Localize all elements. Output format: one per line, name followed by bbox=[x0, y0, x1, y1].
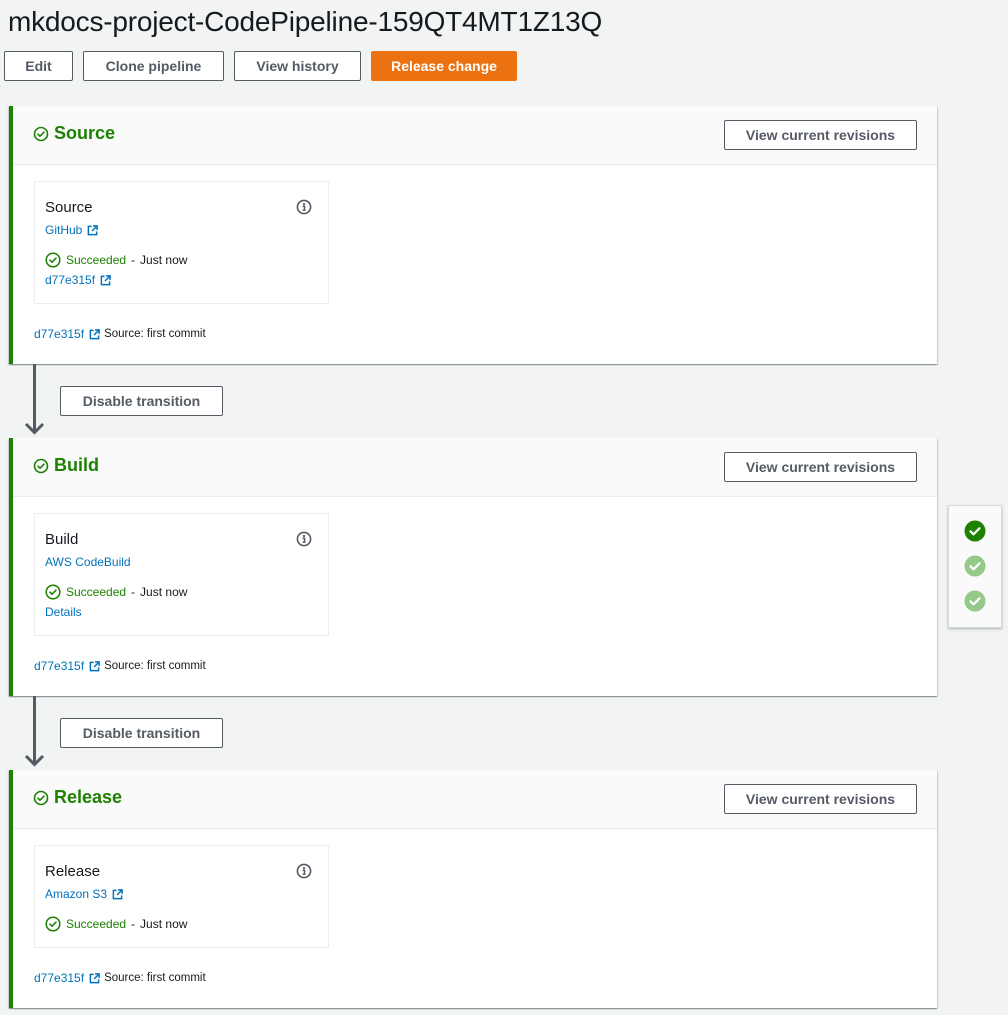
action-name: Build bbox=[45, 531, 79, 548]
status-label: Succeeded bbox=[66, 253, 127, 267]
external-link-icon bbox=[112, 888, 123, 899]
edit-button[interactable]: Edit bbox=[4, 51, 73, 81]
revision-link[interactable]: d77e315f bbox=[34, 326, 84, 342]
stage-title: Build bbox=[33, 455, 99, 476]
info-icon[interactable] bbox=[296, 531, 312, 552]
check-circle-icon bbox=[45, 252, 61, 268]
status-time: Just now bbox=[140, 585, 188, 599]
external-link-icon bbox=[89, 660, 100, 671]
details-link[interactable]: Details bbox=[45, 604, 82, 620]
action-card: Build AWS CodeBuild Succeeded - Just now… bbox=[34, 513, 329, 636]
status-separator: - bbox=[131, 253, 136, 267]
action-name: Source bbox=[45, 199, 93, 216]
status-separator: - bbox=[131, 585, 136, 599]
stage-title: Release bbox=[33, 787, 122, 808]
status-label: Succeeded bbox=[66, 917, 127, 931]
stage-source: Source View current revisions Source Git… bbox=[9, 106, 937, 364]
action-name: Release bbox=[45, 863, 101, 880]
stage-navigator bbox=[948, 505, 1002, 628]
external-link-icon bbox=[88, 224, 99, 235]
pipeline-title: mkdocs-project-CodePipeline-159QT4MT1Z13… bbox=[8, 6, 603, 37]
stage-name: Release bbox=[54, 787, 123, 807]
stage-nav-source-check-icon[interactable] bbox=[964, 520, 986, 542]
external-link-icon bbox=[89, 972, 100, 983]
check-circle-icon bbox=[33, 458, 49, 473]
status-time: Just now bbox=[140, 253, 188, 267]
action-status: Succeeded - Just now bbox=[45, 584, 318, 600]
revision-link[interactable]: d77e315f bbox=[34, 970, 84, 986]
stage-revision: d77e315f Source: first commit bbox=[34, 658, 206, 674]
action-card: Source GitHub Succeeded - Just now d77e3… bbox=[34, 181, 329, 304]
info-icon[interactable] bbox=[296, 199, 312, 220]
clone-pipeline-button[interactable]: Clone pipeline bbox=[83, 51, 224, 81]
stage-release: Release View current revisions Release A… bbox=[9, 770, 937, 1008]
provider-link[interactable]: GitHub bbox=[45, 222, 82, 238]
action-status: Succeeded - Just now bbox=[45, 916, 318, 932]
release-change-button[interactable]: Release change bbox=[371, 51, 517, 81]
commit-link[interactable]: d77e315f bbox=[45, 272, 95, 288]
external-link-icon bbox=[89, 328, 100, 339]
view-history-button[interactable]: View history bbox=[234, 51, 361, 81]
disable-transition-button[interactable]: Disable transition bbox=[60, 718, 223, 748]
revision-link[interactable]: d77e315f bbox=[34, 658, 84, 674]
revision-message: Source: first commit bbox=[104, 328, 206, 340]
action-card: Release Amazon S3 Succeeded - Just now bbox=[34, 845, 329, 948]
provider-link[interactable]: AWS CodeBuild bbox=[45, 554, 131, 570]
view-current-revisions-button[interactable]: View current revisions bbox=[724, 120, 917, 150]
stage-title: Source bbox=[33, 123, 115, 144]
external-link-icon bbox=[100, 274, 111, 285]
view-current-revisions-button[interactable]: View current revisions bbox=[724, 784, 917, 814]
stage-name: Build bbox=[54, 455, 99, 475]
stage-revision: d77e315f Source: first commit bbox=[34, 326, 206, 342]
stage-header: Source View current revisions bbox=[13, 106, 937, 165]
status-separator: - bbox=[131, 917, 136, 931]
info-icon[interactable] bbox=[296, 863, 312, 884]
stage-build: Build View current revisions Build AWS C… bbox=[9, 438, 937, 696]
stage-name: Source bbox=[54, 123, 116, 143]
check-circle-icon bbox=[45, 916, 61, 932]
disable-transition-button[interactable]: Disable transition bbox=[60, 386, 223, 416]
arrow-down-icon bbox=[24, 422, 45, 435]
status-label: Succeeded bbox=[66, 585, 127, 599]
arrow-down-icon bbox=[24, 754, 45, 767]
revision-message: Source: first commit bbox=[104, 972, 206, 984]
status-time: Just now bbox=[140, 917, 188, 931]
view-current-revisions-button[interactable]: View current revisions bbox=[724, 452, 917, 482]
action-status: Succeeded - Just now bbox=[45, 252, 318, 268]
provider-link[interactable]: Amazon S3 bbox=[45, 886, 107, 902]
stage-header: Release View current revisions bbox=[13, 770, 937, 829]
check-circle-icon bbox=[33, 790, 49, 805]
stage-nav-release-check-icon[interactable] bbox=[964, 590, 986, 612]
revision-message: Source: first commit bbox=[104, 660, 206, 672]
check-circle-icon bbox=[33, 126, 49, 141]
stage-revision: d77e315f Source: first commit bbox=[34, 970, 206, 986]
stage-header: Build View current revisions bbox=[13, 438, 937, 497]
stage-nav-build-check-icon[interactable] bbox=[964, 555, 986, 577]
check-circle-icon bbox=[45, 584, 61, 600]
